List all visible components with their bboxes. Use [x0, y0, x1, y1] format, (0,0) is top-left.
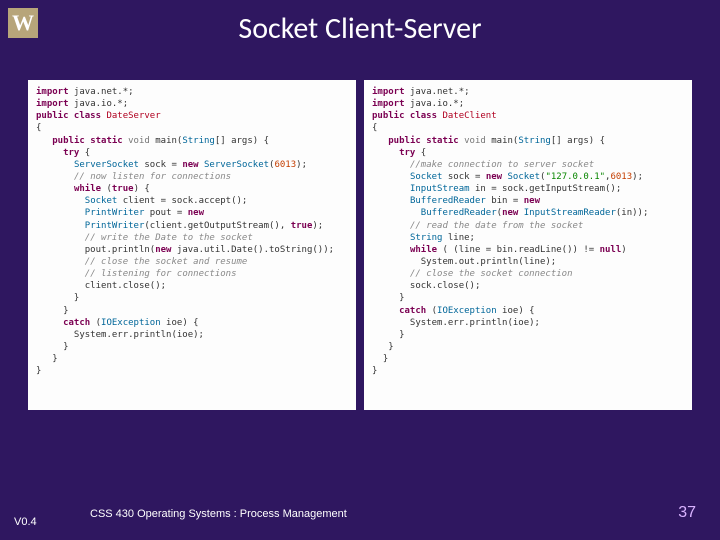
- footer-text: CSS 430 Operating Systems : Process Mana…: [90, 508, 347, 520]
- slide-title: Socket Client-Server: [0, 10, 720, 47]
- server-code-pane: import java.net.*;import java.io.*;publi…: [28, 80, 356, 410]
- footer-page-number: 37: [678, 504, 696, 522]
- code-panes: import java.net.*;import java.io.*;publi…: [28, 80, 692, 410]
- footer-version: V0.4: [14, 516, 37, 528]
- client-code-pane: import java.net.*;import java.io.*;publi…: [364, 80, 692, 410]
